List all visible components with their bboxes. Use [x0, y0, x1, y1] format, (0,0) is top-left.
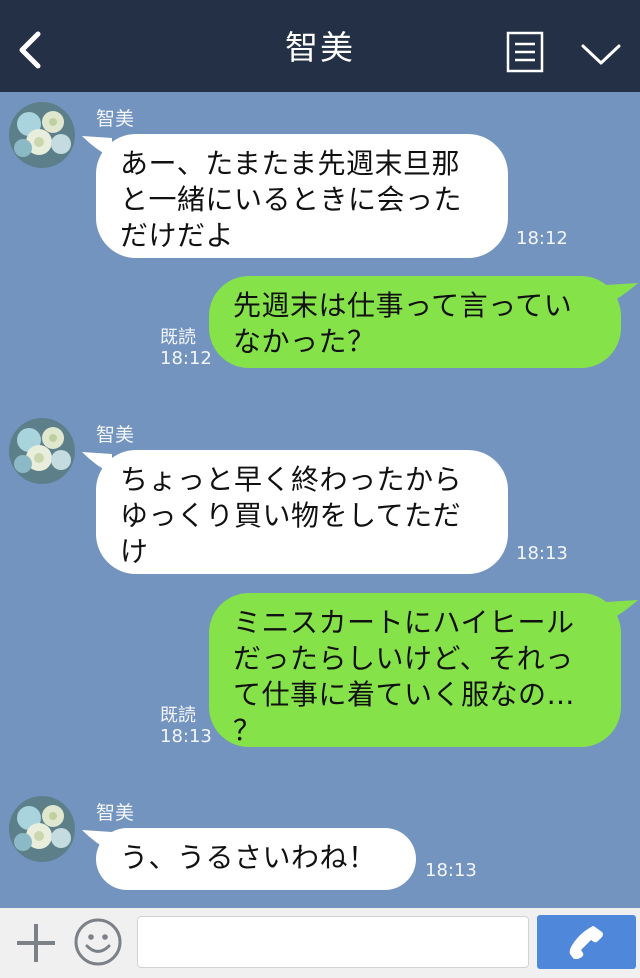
- sender-name: 智美: [96, 424, 135, 446]
- message-time: 18:13: [160, 726, 212, 747]
- read-receipt: 既読: [160, 327, 196, 348]
- chat-title: 智美: [285, 28, 355, 67]
- note-menu-icon[interactable]: [506, 31, 544, 73]
- avatar[interactable]: [9, 102, 75, 168]
- bubble-tail: [606, 283, 638, 305]
- message-line: 先週末は仕事って言ってい: [233, 289, 573, 322]
- message-bubble[interactable]: あー、たまたま先週末旦那 と一緒にいるときに会った だけだよ: [96, 134, 508, 258]
- avatar[interactable]: [9, 796, 75, 862]
- message-line: ちょっと早く終わったから: [120, 463, 463, 496]
- call-button[interactable]: [537, 915, 636, 969]
- message-row: 既読 18:12 先週末は仕事って言ってい なかった？: [0, 272, 640, 382]
- message-line: だけだよ: [120, 219, 235, 252]
- message-row: 智美 ちょっと早く終わったから ゆっくり買い物をしてただ け 18:13: [0, 408, 640, 588]
- phone-icon: [569, 926, 603, 959]
- avatar[interactable]: [9, 418, 75, 484]
- message-bubble[interactable]: う、うるさいわね！: [96, 828, 416, 890]
- message-line: ゆっくり買い物をしてただ: [120, 499, 462, 532]
- message-text: ミニスカートにハイヒール だったらしいけど、それっ て仕事に着ていく服なの… ？: [233, 605, 603, 749]
- message-line: だったらしいけど、それっ: [233, 642, 574, 675]
- rose-bouquet-icon: [9, 418, 75, 484]
- message-time: 18:13: [425, 860, 477, 881]
- message-bubble[interactable]: 先週末は仕事って言ってい なかった？: [209, 276, 621, 368]
- message-time: 18:12: [160, 348, 212, 369]
- message-line: け: [120, 535, 149, 568]
- message-line: あー、たまたま先週末旦那: [120, 147, 461, 180]
- message-row: 既読 18:13 ミニスカートにハイヒール だったらしいけど、それっ て仕事に着…: [0, 588, 640, 758]
- read-receipt: 既読: [160, 705, 196, 726]
- message-text: ちょっと早く終わったから ゆっくり買い物をしてただ け: [120, 462, 490, 570]
- bubble-tail: [606, 600, 638, 622]
- message-row: 智美 あー、たまたま先週末旦那 と一緒にいるときに会った だけだよ 18:12: [0, 92, 640, 272]
- smile-icon[interactable]: [73, 917, 123, 967]
- message-line: て仕事に着ていく服なの…: [233, 678, 576, 711]
- message-line: ミニスカートにハイヒール: [233, 606, 575, 639]
- rose-bouquet-icon: [9, 102, 75, 168]
- chevron-down-icon[interactable]: [580, 40, 622, 68]
- message-row: 智美 う、うるさいわね！ 18:13: [0, 788, 640, 908]
- message-input[interactable]: [137, 916, 529, 968]
- rose-bouquet-icon: [9, 796, 75, 862]
- message-line: と一緒にいるときに会った: [120, 183, 463, 216]
- sender-name: 智美: [96, 802, 135, 824]
- plus-icon[interactable]: [14, 921, 58, 965]
- message-text: う、うるさいわね！: [120, 840, 398, 876]
- message-bubble[interactable]: ミニスカートにハイヒール だったらしいけど、それっ て仕事に着ていく服なの… ？: [209, 593, 621, 747]
- message-time: 18:13: [516, 543, 568, 564]
- message-line: う、うるさいわね！: [120, 841, 377, 874]
- message-text: 先週末は仕事って言ってい なかった？: [233, 288, 603, 360]
- message-line: なかった？: [233, 325, 376, 358]
- sender-name: 智美: [96, 108, 135, 130]
- message-text: あー、たまたま先週末旦那 と一緒にいるときに会った だけだよ: [120, 146, 490, 254]
- message-bubble[interactable]: ちょっと早く終わったから ゆっくり買い物をしてただ け: [96, 450, 508, 574]
- chat-header: 智美: [0, 0, 640, 92]
- message-time: 18:12: [516, 228, 568, 249]
- message-line: ？: [233, 714, 262, 747]
